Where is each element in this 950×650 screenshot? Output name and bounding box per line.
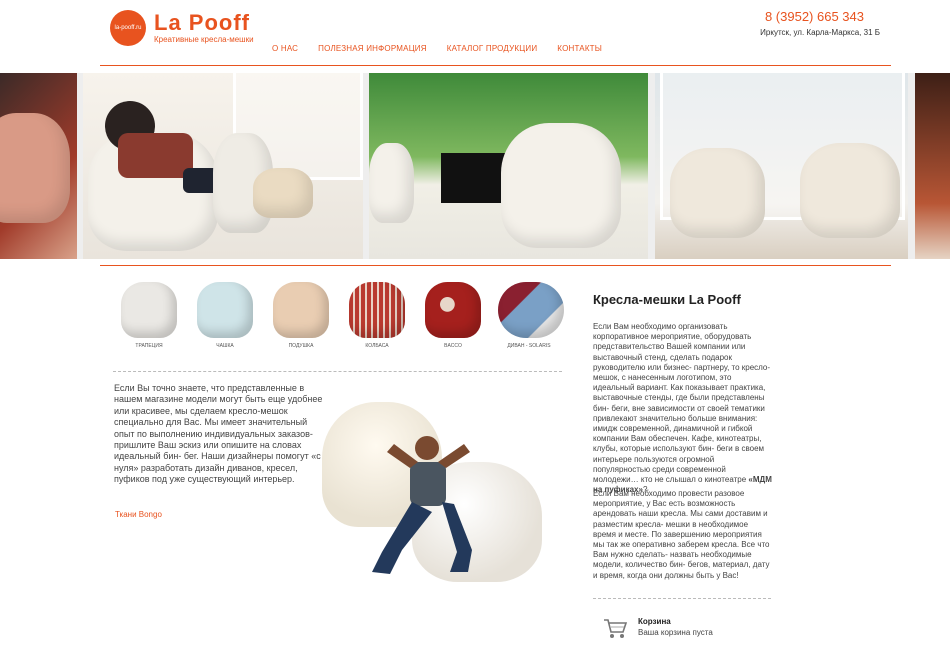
catalog-item-sofa-solaris[interactable]: Диван - Solaris — [498, 282, 564, 349]
bag-shape — [501, 123, 621, 248]
main-nav: О НАС ПОЛЕЗНАЯ ИНФОРМАЦИЯ КАТАЛОГ ПРОДУК… — [272, 44, 602, 53]
banner-slide-2 — [369, 73, 648, 259]
address: Иркутск, ул. Карла-Маркса, 31 Б — [760, 28, 880, 37]
nav-contacts[interactable]: КОНТАКТЫ — [557, 44, 602, 53]
right-column: Кресла-мешки La Pooff — [593, 292, 773, 307]
catalog-item-pillow[interactable]: Подушка — [270, 282, 332, 349]
bag-shape — [800, 143, 900, 238]
product-thumbnail[interactable] — [273, 282, 329, 338]
logo-name: La Pooff — [154, 10, 250, 35]
bag-shape — [253, 168, 313, 218]
banner-slide-partial-left — [0, 73, 77, 259]
logo[interactable]: la-pooff.ru La Pooff Креативные кресла-м… — [110, 10, 254, 46]
catalog-item-trapeze[interactable]: Трапеция — [118, 282, 180, 349]
right-paragraph-2: Если Вам необходимо провести разовое мер… — [593, 489, 770, 580]
catalog-row: Трапеция Чашка Подушка Колбаса Bacco Див… — [118, 282, 564, 349]
logo-slogan: Креативные кресла-мешки — [154, 35, 254, 44]
catalog-item-label: Bacco — [444, 343, 462, 349]
catalog-item-bacco[interactable]: Bacco — [422, 282, 484, 349]
logo-badge: la-pooff.ru — [110, 10, 146, 46]
banner-gallery[interactable] — [0, 73, 950, 259]
paragraph-text: Если Вам необходимо организовать корпора… — [593, 322, 771, 485]
nav-catalog[interactable]: КАТАЛОГ ПРОДУКЦИИ — [447, 44, 538, 53]
product-thumbnail[interactable] — [197, 282, 253, 338]
catalog-item-label: Чашка — [216, 343, 234, 349]
catalog-item-cup[interactable]: Чашка — [194, 282, 256, 349]
catalog-item-sausage[interactable]: Колбаса — [346, 282, 408, 349]
banner-slide-1 — [83, 73, 363, 259]
catalog-item-label: Трапеция — [135, 343, 163, 349]
shopping-cart-icon[interactable] — [602, 616, 628, 642]
section-divider — [113, 371, 562, 372]
person-illustration — [372, 436, 472, 574]
header-divider — [100, 65, 891, 66]
section-title: Кресла-мешки La Pooff — [593, 292, 741, 307]
catalog-item-label: Колбаса — [365, 343, 389, 349]
person-shape — [118, 133, 193, 178]
cart-widget[interactable]: Корзина Ваша корзина пуста — [602, 616, 713, 642]
catalog-item-label: Подушка — [288, 343, 314, 349]
fabrics-link[interactable]: Ткани Bongo — [115, 510, 162, 519]
section-divider — [593, 598, 771, 599]
cart-status: Ваша корзина пуста — [638, 628, 713, 637]
phone-number: 8 (3952) 665 343 — [764, 9, 864, 24]
right-paragraph-1: Если Вам необходимо организовать корпора… — [593, 322, 773, 495]
nav-useful-info[interactable]: ПОЛЕЗНАЯ ИНФОРМАЦИЯ — [318, 44, 427, 53]
banner-slide-partial-right — [915, 73, 950, 259]
bag-shape — [0, 113, 70, 223]
catalog-item-label: Диван - Solaris — [507, 343, 551, 349]
product-thumbnail[interactable] — [498, 282, 564, 338]
bag-shape — [670, 148, 765, 238]
product-thumbnail[interactable] — [349, 282, 405, 338]
banner-divider — [100, 265, 891, 266]
product-thumbnail[interactable] — [121, 282, 177, 338]
site-header: la-pooff.ru La Pooff Креативные кресла-м… — [0, 0, 950, 66]
bag-shape — [369, 143, 414, 223]
nav-about[interactable]: О НАС — [272, 44, 298, 53]
banner-slide-3 — [655, 73, 908, 259]
product-thumbnail[interactable] — [425, 282, 481, 338]
product-photo — [232, 392, 578, 597]
cart-title[interactable]: Корзина — [638, 616, 713, 627]
